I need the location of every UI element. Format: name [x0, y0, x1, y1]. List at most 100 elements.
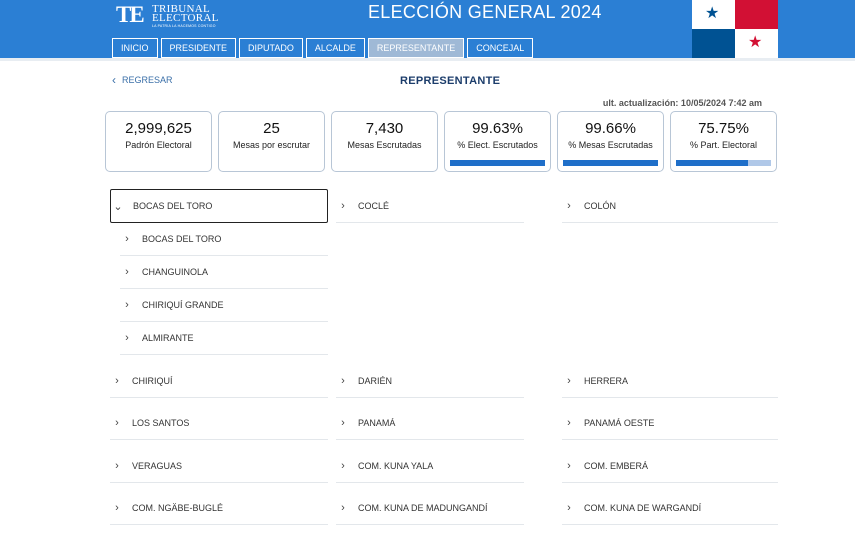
province-label: COM. KUNA YALA — [358, 460, 434, 471]
chevron-right-icon: › — [125, 299, 129, 311]
chevron-right-icon: › — [341, 199, 345, 212]
district-label: BOCAS DEL TORO — [142, 234, 222, 244]
province-los-santos[interactable]: › LOS SANTOS — [110, 406, 328, 440]
province-panama-oeste[interactable]: › PANAMÁ OESTE — [562, 406, 778, 440]
flag-blue-quarter — [692, 29, 735, 58]
chevron-right-icon: › — [125, 332, 129, 344]
tab-alcalde[interactable]: ALCALDE — [305, 38, 365, 58]
progress-fill — [563, 160, 658, 166]
province-label: VERAGUAS — [132, 460, 183, 471]
logo-name: TRIBUNAL ELECTORAL — [152, 4, 219, 24]
stat-card-participacion: 75.75% % Part. Electoral — [670, 111, 777, 172]
province-com-ngabe-bugle[interactable]: › COM. NGÄBE-BUGLÉ — [110, 491, 328, 525]
province-label: COLÓN — [584, 200, 617, 211]
chevron-down-icon: ⌄ — [113, 200, 123, 213]
stat-card-mesas-escrutadas-pct: 99.66% % Mesas Escrutadas — [557, 111, 664, 172]
district-label: CHANGUINOLA — [142, 267, 209, 277]
province-label: PANAMÁ OESTE — [584, 417, 655, 428]
stat-value: 25 — [263, 120, 280, 137]
chevron-right-icon: › — [567, 374, 571, 387]
stats-cards: 2,999,625 Padrón Electoral 25 Mesas por … — [105, 111, 777, 172]
progress-bar — [450, 160, 545, 166]
progress-bar — [563, 160, 658, 166]
tab-diputado[interactable]: DIPUTADO — [239, 38, 303, 58]
province-darien[interactable]: › DARIÉN — [336, 364, 524, 398]
tab-presidente[interactable]: PRESIDENTE — [160, 38, 237, 58]
province-cocle[interactable]: › COCLÉ — [336, 189, 524, 223]
chevron-right-icon: › — [115, 416, 119, 429]
province-chiriqui[interactable]: › CHIRIQUÍ — [110, 364, 328, 398]
province-com-kuna-de-wargandi[interactable]: › COM. KUNA DE WARGANDÍ — [562, 491, 778, 525]
province-label: LOS SANTOS — [132, 417, 190, 428]
stat-card-mesas-por-escrutar: 25 Mesas por escrutar — [218, 111, 325, 172]
chevron-right-icon: › — [125, 233, 129, 245]
chevron-right-icon: › — [115, 501, 119, 514]
logo-tagline: LA PATRIA LA HACEMOS CONTIGO — [152, 24, 216, 28]
chevron-right-icon: › — [125, 266, 129, 278]
back-label: REGRESAR — [122, 75, 173, 85]
stat-label: % Elect. Escrutados — [457, 140, 538, 150]
chevron-right-icon: › — [341, 416, 345, 429]
province-label: DARIÉN — [358, 375, 393, 386]
province-label: CHIRIQUÍ — [132, 375, 173, 386]
chevron-right-icon: › — [567, 459, 571, 472]
stat-label: Mesas por escrutar — [232, 140, 311, 150]
logo-mark: TE — [116, 2, 145, 27]
back-button[interactable]: ‹ REGRESAR — [112, 73, 173, 87]
province-label: COM. KUNA DE MADUNGANDÍ — [358, 502, 488, 513]
main-nav-tabs: INICIO PRESIDENTE DIPUTADO ALCALDE REPRE… — [112, 38, 534, 58]
progress-fill — [676, 160, 748, 166]
tab-representante[interactable]: REPRESENTANTE — [367, 38, 465, 58]
province-com-kuna-de-madungandi[interactable]: › COM. KUNA DE MADUNGANDÍ — [336, 491, 524, 525]
page-header-title: ELECCIÓN GENERAL 2024 — [368, 2, 602, 22]
province-label: COM. KUNA DE WARGANDÍ — [584, 502, 702, 513]
district-label: ALMIRANTE — [142, 333, 194, 343]
chevron-right-icon: › — [115, 459, 119, 472]
header: TE TRIBUNAL ELECTORAL LA PATRIA LA HACEM… — [0, 0, 855, 58]
progress-bar — [676, 160, 771, 166]
stat-card-mesas-escrutadas: 7,430 Mesas Escrutadas — [331, 111, 438, 172]
tab-inicio[interactable]: INICIO — [112, 38, 158, 58]
chevron-right-icon: › — [567, 501, 571, 514]
stat-label: Padrón Electoral — [125, 140, 192, 150]
flag-red-quarter — [735, 0, 778, 29]
chevron-right-icon: › — [115, 374, 119, 387]
province-label: COM. EMBERÁ — [584, 460, 649, 471]
district-bocas-del-toro[interactable]: › BOCAS DEL TORO — [120, 223, 328, 256]
chevron-left-icon: ‹ — [112, 73, 116, 87]
province-label: COCLÉ — [358, 200, 390, 211]
flag-red-star-icon: ★ — [748, 34, 763, 51]
district-label: CHIRIQUÍ GRANDE — [142, 300, 224, 310]
province-bocas-del-toro[interactable]: ⌄ BOCAS DEL TORO — [110, 189, 328, 223]
stat-value: 2,999,625 — [125, 120, 192, 137]
page-title: REPRESENTANTE — [400, 75, 501, 87]
stat-value: 99.63% — [472, 120, 523, 137]
district-chiriqui-grande[interactable]: › CHIRIQUÍ GRANDE — [120, 289, 328, 322]
province-label: HERRERA — [584, 375, 629, 386]
stat-value: 99.66% — [585, 120, 636, 137]
province-com-embera[interactable]: › COM. EMBERÁ — [562, 449, 778, 483]
chevron-right-icon: › — [341, 501, 345, 514]
panama-flag-image: ★ ★ — [692, 0, 778, 58]
progress-fill — [450, 160, 545, 166]
province-herrera[interactable]: › HERRERA — [562, 364, 778, 398]
chevron-right-icon: › — [341, 459, 345, 472]
province-label: PANAMÁ — [358, 417, 396, 428]
tribunal-electoral-logo[interactable]: TE TRIBUNAL ELECTORAL LA PATRIA LA HACEM… — [116, 2, 228, 28]
stat-label: % Part. Electoral — [689, 140, 758, 150]
logo-line2: ELECTORAL — [152, 12, 219, 24]
chevron-right-icon: › — [567, 199, 571, 212]
province-panama[interactable]: › PANAMÁ — [336, 406, 524, 440]
last-updated: ult. actualización: 10/05/2024 7:42 am — [602, 98, 762, 108]
province-com-kuna-yala[interactable]: › COM. KUNA YALA — [336, 449, 524, 483]
stat-label: % Mesas Escrutadas — [568, 140, 653, 150]
district-almirante[interactable]: › ALMIRANTE — [120, 322, 328, 355]
stat-card-padron: 2,999,625 Padrón Electoral — [105, 111, 212, 172]
province-colon[interactable]: › COLÓN — [562, 189, 778, 223]
tab-concejal[interactable]: CONCEJAL — [467, 38, 534, 58]
province-veraguas[interactable]: › VERAGUAS — [110, 449, 328, 483]
stat-value: 7,430 — [365, 120, 404, 137]
header-divider — [0, 58, 855, 61]
province-label: BOCAS DEL TORO — [133, 201, 213, 211]
district-changuinola[interactable]: › CHANGUINOLA — [120, 256, 328, 289]
